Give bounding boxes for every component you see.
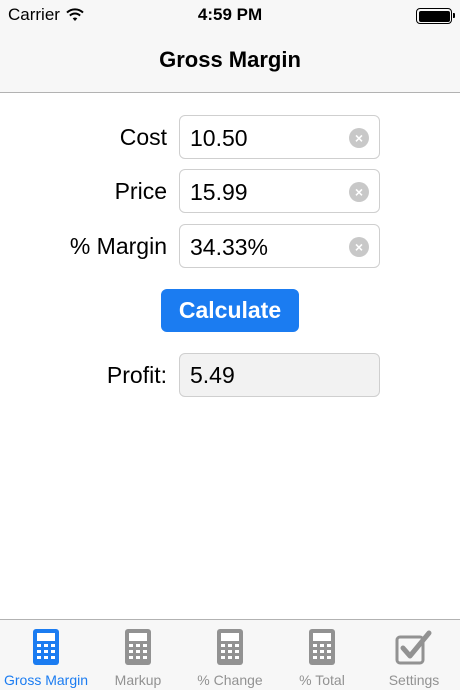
tab-label: % Total xyxy=(299,672,345,688)
price-row: Price × xyxy=(0,169,460,213)
calculate-button[interactable]: Calculate xyxy=(161,289,299,332)
checkmark-icon xyxy=(395,630,432,665)
cost-label: Cost xyxy=(119,124,167,150)
margin-input[interactable] xyxy=(190,233,340,261)
tab-markup[interactable]: Markup xyxy=(92,620,184,690)
calculator-icon xyxy=(309,629,335,665)
tab-label: Markup xyxy=(114,672,162,688)
margin-field-container: × xyxy=(179,224,380,268)
tab-label: Settings xyxy=(388,672,440,688)
margin-label: % Margin xyxy=(69,233,167,259)
price-label: Price xyxy=(114,178,167,204)
tab-gross-margin[interactable]: Gross Margin xyxy=(0,620,92,690)
cost-row: Cost × xyxy=(0,115,460,159)
cost-input[interactable] xyxy=(190,124,340,152)
tab-label: % Change xyxy=(197,672,263,688)
page-title: Gross Margin xyxy=(159,47,301,72)
price-field-container: × xyxy=(179,169,380,213)
calculator-icon xyxy=(33,629,59,665)
tab-percent-total[interactable]: % Total xyxy=(276,620,368,690)
navigation-bar: Gross Margin xyxy=(0,30,460,93)
profit-row: Profit: 5.49 xyxy=(0,353,460,397)
calculator-icon xyxy=(217,629,243,665)
tab-percent-change[interactable]: % Change xyxy=(184,620,276,690)
profit-value: 5.49 xyxy=(190,362,235,388)
price-input[interactable] xyxy=(190,178,340,206)
margin-row: % Margin × xyxy=(0,224,460,268)
profit-field: 5.49 xyxy=(179,353,380,397)
status-bar: Carrier 4:59 PM xyxy=(0,0,460,30)
margin-clear-icon[interactable]: × xyxy=(349,237,369,257)
profit-label: Profit: xyxy=(106,362,167,388)
calculator-icon xyxy=(125,629,151,665)
tab-label: Gross Margin xyxy=(3,672,89,688)
status-time: 4:59 PM xyxy=(197,5,263,24)
price-clear-icon[interactable]: × xyxy=(349,182,369,202)
battery-icon xyxy=(416,8,455,24)
cost-clear-icon[interactable]: × xyxy=(349,128,369,148)
cost-field-container: × xyxy=(179,115,380,159)
tab-bar: Gross Margin Markup % Change % Total Set… xyxy=(0,619,460,690)
tab-settings[interactable]: Settings xyxy=(368,620,460,690)
